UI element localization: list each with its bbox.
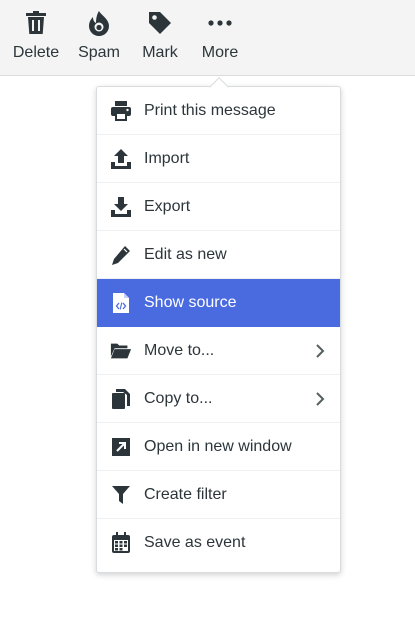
more-menu: Print this message Import Export Edit as… (96, 86, 341, 573)
menu-item-label: Print this message (144, 101, 276, 119)
download-icon (110, 196, 132, 218)
menu-item-import[interactable]: Import (97, 135, 340, 183)
mark-label: Mark (142, 44, 178, 61)
trash-icon (22, 8, 50, 38)
menu-item-edit-as-new[interactable]: Edit as new (97, 231, 340, 279)
menu-item-label: Show source (144, 293, 237, 311)
fire-icon (85, 8, 113, 38)
menu-item-label: Move to... (144, 341, 215, 359)
menu-item-label: Open in new window (144, 437, 292, 455)
ellipsis-icon (206, 8, 234, 38)
delete-label: Delete (12, 44, 60, 61)
menu-item-save-as-event[interactable]: Save as event (97, 519, 340, 567)
delete-button[interactable]: Delete (12, 8, 60, 68)
more-label: More (201, 44, 239, 61)
pencil-icon (110, 244, 132, 266)
mark-button[interactable]: Mark (139, 8, 181, 68)
menu-item-create-filter[interactable]: Create filter (97, 471, 340, 519)
code-file-icon (110, 292, 132, 314)
upload-icon (110, 148, 132, 170)
folder-open-icon (110, 340, 132, 362)
calendar-icon (110, 532, 132, 554)
tag-icon (146, 8, 174, 38)
spam-label: Spam (78, 44, 120, 61)
menu-item-move-to[interactable]: Move to... (97, 327, 340, 375)
printer-icon (110, 100, 132, 122)
filter-icon (110, 484, 132, 506)
chevron-right-icon (312, 391, 328, 407)
menu-item-label: Import (144, 149, 190, 167)
external-window-icon (110, 436, 132, 458)
toolbar: Delete Spam Mark More (0, 0, 415, 76)
more-button[interactable]: More (199, 8, 241, 68)
spam-button[interactable]: Spam (76, 8, 122, 68)
menu-item-label: Save as event (144, 534, 246, 551)
menu-item-copy-to[interactable]: Copy to... (97, 375, 340, 423)
menu-item-label: Export (144, 197, 191, 215)
menu-item-export[interactable]: Export (97, 183, 340, 231)
menu-item-label: Create filter (144, 485, 227, 503)
menu-item-open-new-window[interactable]: Open in new window (97, 423, 340, 471)
copy-icon (110, 388, 132, 410)
chevron-right-icon (312, 343, 328, 359)
menu-item-show-source[interactable]: Show source (97, 279, 340, 327)
menu-item-label: Copy to... (144, 389, 213, 407)
menu-item-label: Edit as new (144, 245, 227, 263)
